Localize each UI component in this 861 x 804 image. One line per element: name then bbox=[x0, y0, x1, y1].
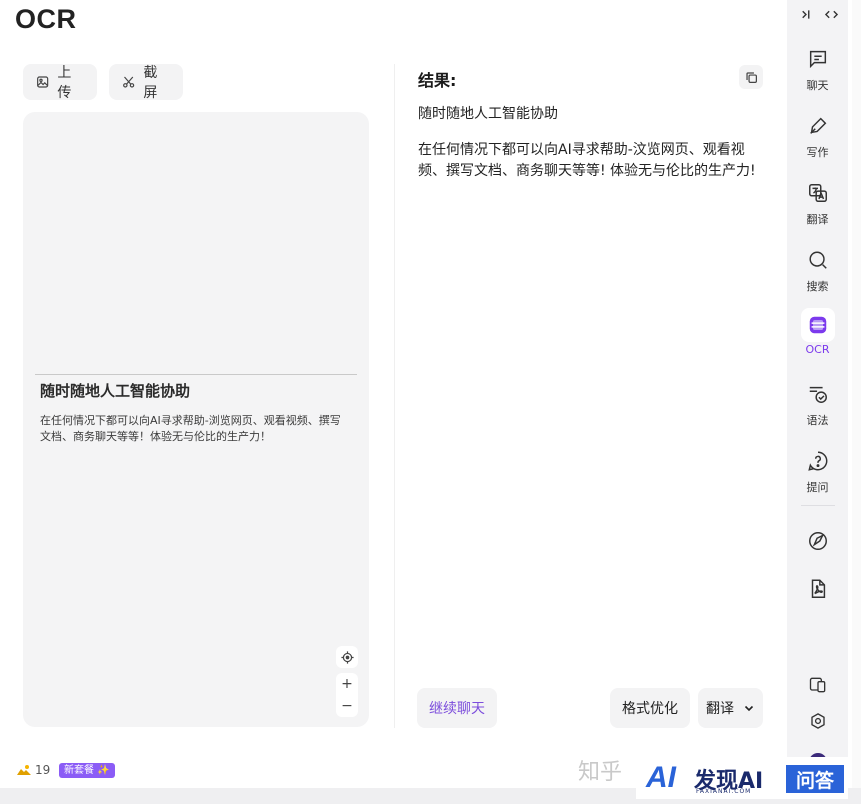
right-sidebar: 聊天 写作 翻译 搜索 OCR 语法 提问 bbox=[787, 0, 848, 804]
compass-pen-icon bbox=[808, 532, 827, 550]
sidebar-item-label: 翻译 bbox=[806, 213, 829, 226]
sidebar-item-write[interactable]: 写作 bbox=[787, 109, 848, 167]
pdf-icon bbox=[811, 579, 825, 598]
watermark-ask-badge: 问答 bbox=[786, 765, 844, 793]
locate-button[interactable] bbox=[336, 646, 358, 668]
ocr-icon bbox=[809, 316, 826, 334]
chat-icon bbox=[809, 50, 826, 69]
zoom-controls: + − bbox=[336, 673, 358, 717]
code-icon[interactable] bbox=[824, 8, 839, 21]
new-plan-badge[interactable]: 新套餐 ✨ bbox=[59, 763, 115, 778]
sidebar-top-controls bbox=[799, 8, 839, 21]
sidebar-item-label: OCR bbox=[805, 343, 830, 356]
upload-label: 上传 bbox=[57, 65, 72, 101]
copy-button[interactable] bbox=[739, 65, 763, 89]
sidebar-item-label: 写作 bbox=[806, 146, 829, 159]
translate-dropdown[interactable]: 翻译 bbox=[698, 688, 763, 728]
upload-button[interactable]: 上传 bbox=[23, 64, 97, 101]
sidebar-item-label: 聊天 bbox=[806, 79, 829, 92]
page-title: OCR bbox=[15, 4, 77, 34]
credits-value: 19 bbox=[35, 763, 51, 777]
watermark-ai-logo: AI bbox=[646, 761, 676, 794]
copy-icon bbox=[745, 71, 757, 83]
image-preview-panel: 随时随地人工智能协助 在任何情况下都可以向AI寻求帮助-浏览网页、观看视频、撰写… bbox=[23, 112, 369, 727]
window-scrollbar[interactable] bbox=[852, 0, 861, 804]
chevron-down-icon bbox=[744, 705, 754, 712]
image-upload-icon bbox=[37, 76, 49, 88]
format-optimize-button[interactable]: 格式优化 bbox=[610, 688, 690, 728]
sidebar-item-pdf[interactable] bbox=[787, 572, 848, 606]
sidebar-item-search[interactable]: 搜索 bbox=[787, 243, 848, 301]
faxianai-watermark: AI 发现AI FAXIANAI.COM 问答 bbox=[636, 757, 848, 799]
preview-doc-body: 在任何情况下都可以向AI寻求帮助-浏览网页、观看视频、撰写文档、商务聊天等等！体… bbox=[40, 414, 341, 443]
screenshot-button[interactable]: 截屏 bbox=[109, 64, 183, 101]
result-text-line: 随时随地人工智能协助 bbox=[418, 106, 558, 122]
sidebar-item-devices[interactable] bbox=[787, 668, 848, 702]
preview-doc-title: 随时随地人工智能协助 bbox=[40, 382, 191, 400]
question-icon bbox=[807, 451, 827, 471]
sidebar-item-ocr[interactable]: OCR bbox=[787, 308, 848, 366]
zoom-out-button[interactable]: − bbox=[336, 695, 358, 717]
pen-icon bbox=[809, 117, 826, 134]
mountain-sun-icon bbox=[17, 765, 31, 775]
devices-icon bbox=[809, 677, 825, 693]
sidebar-item-extension[interactable] bbox=[787, 524, 848, 558]
sidebar-item-grammar[interactable]: 语法 bbox=[787, 377, 848, 435]
sidebar-item-label: 语法 bbox=[806, 414, 829, 427]
sidebar-item-translate[interactable]: 翻译 bbox=[787, 176, 848, 234]
translate-icon bbox=[808, 184, 827, 202]
search-icon bbox=[808, 251, 827, 269]
sidebar-item-label: 提问 bbox=[806, 481, 829, 494]
preview-document-image: 随时随地人工智能协助 在任何情况下都可以向AI寻求帮助-浏览网页、观看视频、撰写… bbox=[35, 374, 357, 464]
zoom-in-button[interactable]: + bbox=[336, 673, 358, 695]
sidebar-item-chat[interactable]: 聊天 bbox=[787, 42, 848, 100]
sidebar-divider bbox=[801, 505, 835, 506]
crosshair-icon bbox=[340, 650, 354, 664]
screenshot-label: 截屏 bbox=[143, 65, 158, 101]
collapse-icon[interactable] bbox=[799, 8, 812, 21]
gear-icon bbox=[810, 713, 825, 729]
zhihu-watermark: 知乎 bbox=[578, 760, 623, 785]
continue-chat-button[interactable]: 继续聊天 bbox=[417, 688, 497, 728]
grammar-icon bbox=[809, 386, 827, 403]
sidebar-item-ask[interactable]: 提问 bbox=[787, 444, 848, 502]
result-text-paragraph: 在任何情况下都可以向AI寻求帮助-汶览网页、观看视频、撰写文档、商务聊天等等! … bbox=[418, 142, 756, 179]
sidebar-item-label: 搜索 bbox=[806, 280, 829, 293]
watermark-subtext: FAXIANAI.COM bbox=[696, 788, 752, 795]
translate-dropdown-label: 翻译 bbox=[706, 701, 734, 717]
column-divider bbox=[394, 64, 395, 728]
scissors-icon bbox=[123, 76, 135, 88]
result-heading: 结果: bbox=[418, 71, 457, 90]
sidebar-item-settings[interactable] bbox=[787, 704, 848, 738]
credits-counter: 19 bbox=[17, 763, 50, 777]
